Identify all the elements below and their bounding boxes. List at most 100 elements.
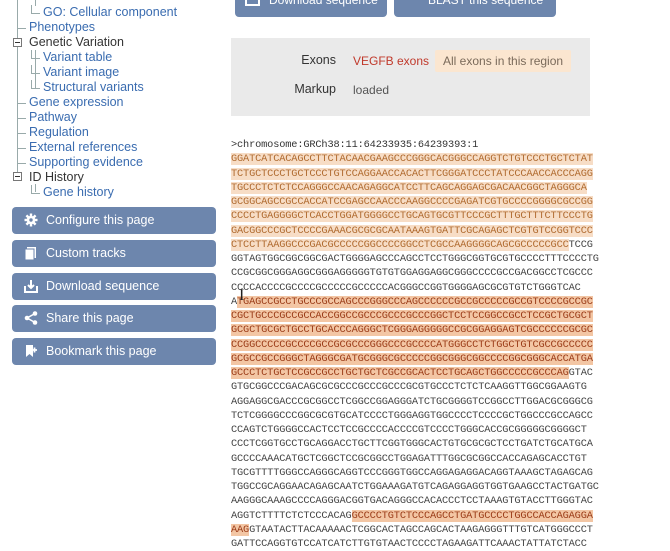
sequence-text-block: >chromosome:GRCh38:11:64233935:64239393:… xyxy=(231,138,670,551)
exon-segment: GCGCTGCGCTGCCTGCACCCAGGGCTCGGGAGGGGGCCGC… xyxy=(231,324,593,337)
download-sequence-side-button[interactable]: Download sequence xyxy=(12,273,216,300)
intron-segment: GTGCGGCCCGACAGCGCGCCCGCCCGCCCGCGTGCCCTCT… xyxy=(231,381,587,394)
tree-elbow xyxy=(17,125,26,134)
sequence-line: TGGCCGCAGGAACAGAGCAATCTGGAAAGATGTCAGAGGA… xyxy=(231,480,670,494)
collapse-toggle-genetic-variation[interactable] xyxy=(13,38,22,47)
tree-item-label[interactable]: Phenotypes xyxy=(29,20,95,34)
sequence-line: GCGCCGCCGGGCTAGGGCGATGCGGGCGCCCCCGGCGGGC… xyxy=(231,352,670,366)
tree-elbow xyxy=(31,185,40,194)
sequence-line: GCGGCAGCCGCCACCATCCGAGCCAACCCAAGGCCCCGAG… xyxy=(231,195,670,209)
intron-segment: TGGCCGCAGGAACAGAGCAATCTGGAAAGATGTCAGAGGA… xyxy=(231,481,599,493)
tree-item-id-history: ID History xyxy=(29,170,84,185)
tree-item-label[interactable]: Regulation xyxy=(29,125,89,139)
tree-item-variant-image[interactable]: Variant image xyxy=(31,65,119,80)
sequence-line: AGGAGGCGACCCGCGGCCTCGGCCGGAGGGATCTGCGGGG… xyxy=(231,395,670,409)
download-sequence-button[interactable]: Download sequence xyxy=(235,0,387,17)
collapse-toggle-id-history[interactable] xyxy=(13,172,22,181)
sequence-line: GACGGCCCGCTCCCCGAAACGCGCGCAATAAAGTGATTCG… xyxy=(231,224,670,238)
exon-segment: AAG xyxy=(231,523,250,536)
bookmark-page-label: Bookmark this page xyxy=(46,344,157,358)
tree-item-label[interactable]: Pathway xyxy=(29,110,77,124)
exon-segment: GCCCTCTGCTCCGCCGCCTGCTGCTCGCCGCACTCCTGCA… xyxy=(231,367,569,379)
sequence-line: CCGCGGCGGGAGGCGGGAGGGGGTGTGTGGAGGAGGCGGG… xyxy=(231,266,670,280)
sequence-options-panel: Exons VEGFB exons All exons in this regi… xyxy=(231,38,590,116)
intron-segment: CCCTCGGTGCCTGCAGGACCTGCTTCGGTGGGCACTGTGC… xyxy=(231,438,593,451)
sequence-line: CTCCTTAAGGCCCGACGCCCCCGGCCCCGGCCTCGCCAAG… xyxy=(231,238,670,252)
bookmark-icon xyxy=(26,345,37,357)
tree-item-external-references[interactable]: External references xyxy=(17,140,137,155)
intron-segment: GTAATACTTACAAAAACTCGGCACTAGCCAGCACTAAGAG… xyxy=(249,523,593,536)
download-icon xyxy=(24,280,38,293)
tree-item-label[interactable]: Supporting evidence xyxy=(29,155,143,169)
tree-elbow xyxy=(31,65,40,74)
exon-segment: GCGGCAGCCGCCACCATCCGAGCCAACCCAAGGCCCCGAG… xyxy=(231,196,593,208)
exon-segment: GCCCCTGTCTCCCAGCCTGATGCCCCTGGCCACCAGAGGA xyxy=(351,509,593,522)
tree-item-label[interactable]: External references xyxy=(29,140,137,154)
tree-elbow xyxy=(17,20,26,29)
intron-segment: TCTCGGGGCCCGGCGCGTGCATCCCCTGGGAGGTGGCCCC… xyxy=(231,409,593,422)
tree-elbow xyxy=(17,110,26,119)
tree-item-gene-expression[interactable]: Gene expression xyxy=(17,95,124,110)
exon-segment: CCCCTGAGGGGCTCACCTGGATGGGGCCTGCAGTGCGTTC… xyxy=(231,210,593,223)
exons-all-region-option[interactable]: All exons in this region xyxy=(435,50,572,72)
tree-item-label: ID History xyxy=(29,170,84,184)
tree-elbow xyxy=(17,95,26,104)
tree-item-structural-variants[interactable]: Structural variants xyxy=(31,80,144,95)
sequence-line: GATTCCAGGTGTCCATCATCTTGTGTAACTCCCCTAGAAG… xyxy=(231,537,670,551)
exon-segment: TGCCCTCTCTCCAGGGCCAACAGAGGCATCCTTCAGCAGG… xyxy=(231,181,587,194)
bookmark-page-button[interactable]: Bookmark this page xyxy=(12,338,216,365)
exons-option-label: Exons xyxy=(301,53,336,67)
tree-elbow xyxy=(17,140,26,149)
download-sequence-label: Download sequence xyxy=(269,0,378,7)
share-page-label: Share this page xyxy=(46,311,134,325)
intron-segment: GGTAGTGGCGGCGGCGACTGGGGAGCCCAGCCTCCTGGGC… xyxy=(231,253,599,265)
intron-segment: CCGCGGCGGGAGGCGGGAGGGGGTGTGTGGAGGAGGCGGG… xyxy=(231,267,593,280)
sequence-line: CCGGCCCCCGCCCCGCCGCGCCCGGGCCCGCCCCATGGGC… xyxy=(231,338,670,352)
intron-segment: AGGTCTTTTCTCTCCCACAG xyxy=(231,509,352,522)
sequence-line: CCCCACCCCGCCCCGCCCCCGCCCCCACGGGCCGGTGGGG… xyxy=(231,281,670,295)
sequence-line: CGCTGCCCGCCGCCACCGGCCGCCCGCCCGCCCGGCTCCT… xyxy=(231,309,670,323)
intron-segment: AGGAGGCGACCCGCGGCCTCGGCCGGAGGGATCTGCGGGG… xyxy=(231,395,593,408)
exon-segment: GCGCCGCCGGGCTAGGGCGATGCGGGCGCCCCCGGCGGGC… xyxy=(231,352,593,365)
tree-item-variant-table[interactable]: Variant table xyxy=(31,50,112,65)
exon-segment: TGAGCCGCCTGCCCGCCAGCCCGGGCCCAGCCCCCCGCCG… xyxy=(237,295,593,308)
tree-item-label[interactable]: GO: Cellular component xyxy=(43,5,177,19)
tree-item-pathway[interactable]: Pathway xyxy=(17,110,77,125)
intron-segment: CCCCACCCCGCCCCGCCCCCGCCCCCACGGGCCGGTGGGG… xyxy=(231,281,581,294)
tree-item-supporting-evidence[interactable]: Supporting evidence xyxy=(17,155,143,170)
sequence-line: TCTGCTCCCTGCTCCCTGTCCAGGAACCACACTTCGGGAT… xyxy=(231,167,670,181)
intron-segment: GATTCCAGGTGTCCATCATCTTGTGTAACTCCCCTAGAAG… xyxy=(231,538,587,550)
gear-icon xyxy=(24,213,38,227)
tree-item-go-cellular-component[interactable]: GO: Cellular component xyxy=(31,5,177,20)
sequence-line: CCCTCGGTGCCTGCAGGACCTGCTTCGGTGGGCACTGTGC… xyxy=(231,437,670,451)
tree-elbow xyxy=(31,80,40,89)
sequence-line: AGGTCTTTTCTCTCCCACAGGCCCCTGTCTCCCAGCCTGA… xyxy=(231,509,670,523)
document-stack-icon xyxy=(24,247,36,260)
sequence-line: GCCCTCTGCTCCGCCGCCTGCTGCTCGCCGCACTCCTGCA… xyxy=(231,366,670,380)
exon-segment: CTCCTTAAGGCCCGACGCCCCCGGCCCCGGCCTCGCCAAG… xyxy=(231,238,569,251)
exon-segment: CGCTGCCCGCCGCCACCGGCCGCCCGCCCGCCCGGCTCCT… xyxy=(231,310,593,322)
sequence-line: CCCCTGAGGGGCTCACCTGGATGGGGCCTGCAGTGCGTTC… xyxy=(231,209,670,223)
exons-selected-option[interactable]: VEGFB exons xyxy=(345,50,437,72)
sequence-line: CCAGTCTGGGGCCACTCCTCCGCCCCACCCCGTCCCCTGG… xyxy=(231,423,670,437)
sequence-line: ATGAGCCGCCTGCCCGCCAGCCCGGGCCCAGCCCCCCGCC… xyxy=(231,295,670,309)
intron-segment: TGCGTTTTGGGCCAGGGCAGGTCCCGGGTGGCCAGGAGAG… xyxy=(231,466,593,479)
tree-item-label: Genetic Variation xyxy=(29,35,124,49)
tree-item-label[interactable]: Structural variants xyxy=(43,80,144,94)
tree-item-label[interactable]: Gene expression xyxy=(29,95,124,109)
tree-item-label[interactable]: Variant image xyxy=(43,65,119,79)
custom-tracks-button[interactable]: Custom tracks xyxy=(12,240,216,267)
intron-segment: CCAGTCTGGGGCCACTCCTCCGCCCCACCCCGTCCCCTGG… xyxy=(231,424,587,436)
tree-item-regulation[interactable]: Regulation xyxy=(17,125,89,140)
tree-item-gene-history[interactable]: Gene history xyxy=(31,185,114,200)
share-page-button[interactable]: Share this page xyxy=(12,305,216,332)
configure-page-button[interactable]: Configure this page xyxy=(12,207,216,234)
share-icon xyxy=(24,311,38,325)
tree-item-phenotypes[interactable]: Phenotypes xyxy=(17,20,95,35)
download-sequence-label: Download sequence xyxy=(46,279,160,293)
intron-segment: TCCG xyxy=(568,238,593,251)
intron-segment: AAGGGCAAAGCCCCAGGGACGGTGACAGGGCCACACCCTC… xyxy=(231,495,593,508)
blast-sequence-button[interactable]: BLAST this sequence xyxy=(394,0,556,17)
tree-item-label[interactable]: Variant table xyxy=(43,50,112,64)
tree-item-label[interactable]: Gene history xyxy=(43,185,114,199)
